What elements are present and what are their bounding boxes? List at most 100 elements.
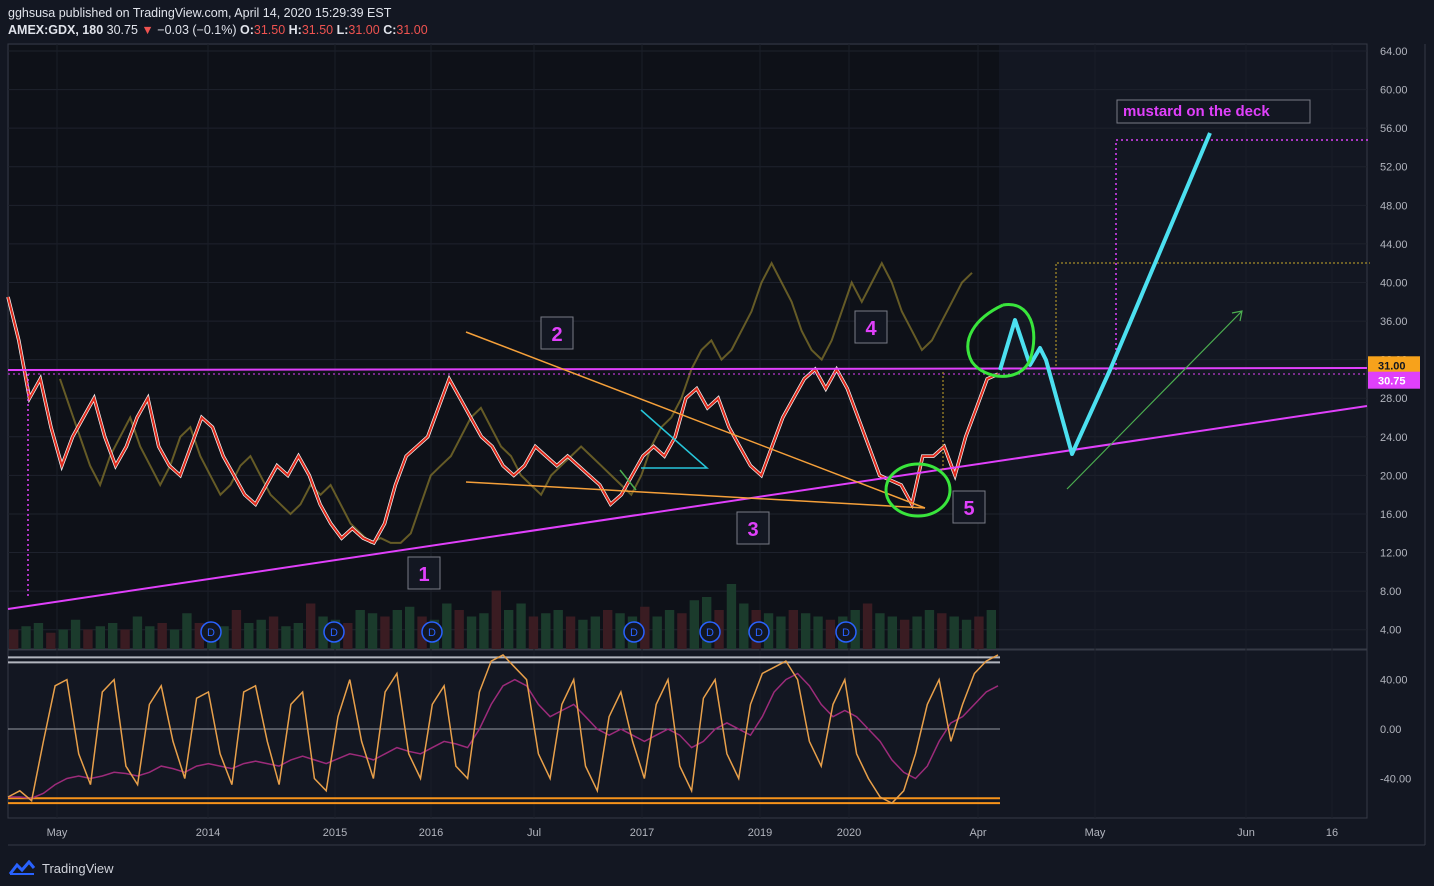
volume-bar [70, 619, 81, 649]
volume-bar [491, 590, 501, 649]
volume-bar [231, 610, 242, 649]
volume-bar [565, 616, 576, 649]
volume-bar [949, 616, 959, 649]
time-tick-label: May [1085, 827, 1106, 839]
tradingview-logo-icon [8, 860, 36, 875]
price-tick-label: 28.00 [1380, 393, 1408, 405]
wave-label-4: 4 [865, 318, 877, 340]
dividend-marker-label: D [630, 627, 638, 639]
volume-bar [974, 616, 984, 649]
oscillator-tick-label: -40.00 [1380, 773, 1411, 785]
volume-bar [479, 613, 489, 649]
price-tick-label: 60.00 [1380, 85, 1408, 97]
price-tick-label: 64.00 [1380, 46, 1408, 58]
volume-bar [887, 616, 897, 649]
volume-bar [664, 610, 675, 649]
volume-bar [652, 616, 662, 649]
volume-bar [603, 610, 613, 649]
volume-bar [281, 626, 291, 649]
wave-label-1: 1 [418, 564, 429, 586]
volume-bar [578, 619, 588, 649]
volume-bar [900, 619, 910, 649]
price-tick-label: 44.00 [1380, 239, 1408, 251]
volume-bar [937, 613, 947, 649]
price-tick-label: 52.00 [1380, 162, 1408, 174]
volume-bar [516, 603, 526, 649]
time-tick-label: 2015 [323, 827, 347, 839]
volume-bar [813, 616, 823, 649]
volume-bar [256, 619, 266, 649]
volume-bar [528, 616, 539, 649]
volume-bar [355, 610, 365, 649]
volume-bar [108, 623, 118, 649]
volume-bar [132, 616, 143, 649]
volume-bar [33, 623, 44, 649]
volume-bar [405, 606, 415, 649]
volume-bar [343, 623, 353, 649]
dividend-marker-label: D [330, 627, 338, 639]
footer-branding[interactable]: TradingView [8, 860, 114, 876]
volume-bar [58, 629, 68, 649]
price-tick-label: 20.00 [1380, 470, 1408, 482]
volume-bar [739, 603, 749, 649]
volume-bar [466, 616, 477, 649]
volume-bar [454, 610, 464, 649]
volume-bar [504, 610, 514, 649]
volume-bar [268, 616, 279, 649]
dividend-marker-label: D [842, 627, 850, 639]
volume-bar [776, 616, 786, 649]
volume-bar [862, 603, 873, 649]
volume-bar [9, 629, 19, 649]
time-tick-label: 16 [1326, 827, 1338, 839]
volume-bar [924, 610, 935, 649]
time-tick-label: 2017 [630, 827, 654, 839]
price-tick-label: 40.00 [1380, 277, 1408, 289]
chart-canvas[interactable]: 1 2 3 4 5 mustard on the deck D D D D D D D 4.00 8.00… [0, 0, 1434, 886]
volume-bar [145, 626, 155, 649]
wave-label-2: 2 [551, 324, 562, 346]
volume-bar [726, 584, 737, 649]
dividend-marker-label: D [706, 627, 714, 639]
dividend-marker-label: D [207, 627, 215, 639]
volume-bar [83, 629, 93, 649]
time-tick-label: Jun [1237, 827, 1255, 839]
volume-bar [244, 623, 254, 649]
time-tick-label: Jul [527, 827, 541, 839]
volume-bar [825, 619, 836, 649]
volume-bar [801, 613, 811, 649]
volume-bar [169, 629, 180, 649]
price-tick-label: 24.00 [1380, 432, 1408, 444]
wave-label-5: 5 [963, 498, 974, 520]
volume-bar [21, 626, 31, 649]
volume-bar [986, 610, 996, 649]
price-tick-label: 56.00 [1380, 123, 1408, 135]
oscillator-tick-label: 40.00 [1380, 675, 1408, 687]
time-tick-label: Apr [969, 827, 986, 839]
price-tick-label: 12.00 [1380, 548, 1408, 560]
volume-bar [392, 610, 402, 649]
time-tick-label: 2016 [419, 827, 443, 839]
dividend-marker-label: D [428, 627, 436, 639]
volume-bar [306, 603, 316, 649]
volume-bar [380, 616, 390, 649]
oscillator-pane[interactable] [7, 649, 1368, 819]
volume-bar [120, 629, 130, 649]
volume-bar [293, 623, 303, 649]
volume-bar [95, 626, 105, 649]
price-tick-label: 16.00 [1380, 509, 1408, 521]
volume-bar [677, 613, 687, 649]
target-note-text: mustard on the deck [1123, 103, 1270, 120]
time-tick-label: 2019 [748, 827, 772, 839]
price-tick-label: 36.00 [1380, 316, 1408, 328]
time-tick-label: May [47, 827, 68, 839]
price-tick-label: 48.00 [1380, 200, 1408, 212]
wave-label-3: 3 [747, 519, 758, 541]
current-price-label: 31.00 [1378, 360, 1406, 372]
volume-bar [157, 623, 167, 649]
volume-bar [442, 603, 452, 649]
volume-bar [875, 613, 885, 649]
volume-bar [788, 610, 798, 649]
volume-bar [689, 600, 699, 649]
volume-bar [553, 610, 563, 649]
volume-bar [912, 616, 922, 649]
